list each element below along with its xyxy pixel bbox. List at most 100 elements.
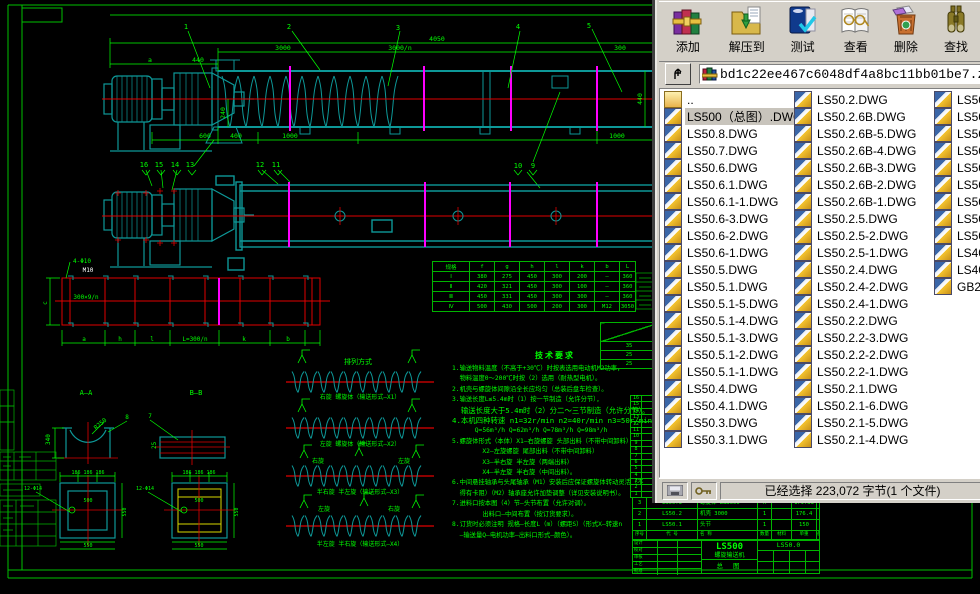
file-icon	[794, 380, 812, 397]
note-line: 2.机壳与螺旋体间隙沿全长应均匀（总装后盘车检查）。	[452, 385, 658, 395]
file-item[interactable]: LS50.6-1.DWG	[664, 244, 794, 261]
file-item[interactable]: LS50.6-2.DWG	[664, 227, 794, 244]
note-line: 5.螺旋体形式（本体）X1—右旋螺旋 头部出料（不带中间卸料）	[452, 437, 658, 447]
file-item[interactable]: LS50.5.DWG	[664, 261, 794, 278]
file-item[interactable]: LS50.2.1-5.DWG	[794, 414, 924, 431]
file-item[interactable]: LS50.2.6B-4.DWG	[794, 142, 924, 159]
file-item[interactable]: LS40.2.	[934, 244, 980, 261]
file-item[interactable]: LS50.2.5-1.DWG	[794, 244, 924, 261]
file-icon	[664, 295, 682, 312]
find-button[interactable]: 查找	[929, 1, 980, 61]
file-name: LS50.1.	[955, 144, 980, 158]
file-item[interactable]: LS50.3.DWG	[664, 414, 794, 431]
svg-text:550: 550	[194, 543, 203, 549]
file-icon	[794, 414, 812, 431]
file-item[interactable]: GB27-88	[934, 278, 980, 295]
file-icon	[794, 397, 812, 414]
file-name: LS500（总图）.DWG	[685, 108, 804, 125]
file-icon	[934, 91, 952, 108]
svg-text:3000: 3000	[275, 44, 291, 52]
add-button[interactable]: 添加	[659, 1, 717, 61]
file-icon	[934, 210, 952, 227]
file-item[interactable]: LS50.2.	[934, 91, 980, 108]
file-item[interactable]: LS50.4.DWG	[664, 380, 794, 397]
file-item[interactable]: LS50.5.1-3.DWG	[664, 329, 794, 346]
extract-to-button[interactable]: 解压到	[717, 1, 777, 61]
file-item[interactable]: LS50.1.	[934, 176, 980, 193]
file-item[interactable]: LS50.5.1-2.DWG	[664, 346, 794, 363]
file-item[interactable]: LS50.5.1.DWG	[664, 278, 794, 295]
file-icon	[664, 193, 682, 210]
file-name: LS50.1.	[955, 229, 980, 243]
file-item[interactable]: LS50.2.	[934, 125, 980, 142]
file-item[interactable]: LS50.2.5-2.DWG	[794, 227, 924, 244]
note-line: Q=56m³/h Q=62m³/h Q=78m³/h Q=98m³/h	[452, 426, 658, 436]
file-item[interactable]: LS50.2.1-6.DWG	[794, 397, 924, 414]
file-item[interactable]: LS50.2.6B-2.DWG	[794, 176, 924, 193]
file-item[interactable]: LS40.2.	[934, 261, 980, 278]
file-icon	[794, 295, 812, 312]
file-item[interactable]: LS50.3.1.DWG	[664, 431, 794, 448]
file-item[interactable]: LS50.1.	[934, 210, 980, 227]
svg-text:440: 440	[636, 93, 644, 105]
file-item[interactable]: LS50.6.1.DWG	[664, 176, 794, 193]
file-name: LS40.2.	[955, 263, 980, 277]
file-item[interactable]: LS50.2.	[934, 108, 980, 125]
find-icon	[939, 4, 973, 38]
file-icon	[664, 397, 682, 414]
file-item[interactable]: LS50.2.2-2.DWG	[794, 346, 924, 363]
svg-text:14: 14	[171, 161, 179, 169]
up-one-level-button[interactable]	[665, 63, 691, 85]
file-item[interactable]: LS50.4.1.DWG	[664, 397, 794, 414]
file-item[interactable]: LS50.2.4-2.DWG	[794, 278, 924, 295]
file-icon	[934, 108, 952, 125]
address-bar[interactable]: bd1c22ee467c6048df4a8bc11bb01be7.zip\LS5…	[699, 64, 980, 84]
file-name: LS50.2.6B.DWG	[815, 110, 908, 124]
file-item[interactable]: LS50.2.5.DWG	[794, 210, 924, 227]
disk-status-cell	[662, 482, 688, 500]
file-item[interactable]: LS50.6.DWG	[664, 159, 794, 176]
file-item[interactable]: LS50.5.1-4.DWG	[664, 312, 794, 329]
file-item[interactable]: LS50.5.1-1.DWG	[664, 363, 794, 380]
file-item[interactable]: LS50.2.1-4.DWG	[794, 431, 924, 448]
test-button[interactable]: 测试	[777, 1, 829, 61]
file-item[interactable]: LS50.1.	[934, 193, 980, 210]
file-item[interactable]: LS50.2.2.DWG	[794, 312, 924, 329]
file-item[interactable]: LS50.2.6B-3.DWG	[794, 159, 924, 176]
file-item[interactable]: LS50.2.DWG	[794, 91, 924, 108]
file-name: LS50.1.	[955, 161, 980, 175]
file-item[interactable]: LS50.2.6B-5.DWG	[794, 125, 924, 142]
file-item[interactable]: LS50.1.	[934, 227, 980, 244]
svg-text:5: 5	[587, 22, 591, 30]
svg-text:左旋 螺旋体（输送形式—X2）: 左旋 螺旋体（输送形式—X2）	[320, 440, 400, 448]
file-item[interactable]: LS50.5.1-5.DWG	[664, 295, 794, 312]
file-item[interactable]: LS50.6-3.DWG	[664, 210, 794, 227]
file-item[interactable]: ..	[664, 91, 794, 108]
file-item[interactable]: LS50.1.	[934, 142, 980, 159]
file-item[interactable]: LS50.8.DWG	[664, 125, 794, 142]
file-item[interactable]: LS50.2.4.DWG	[794, 261, 924, 278]
file-item[interactable]: LS50.1.	[934, 159, 980, 176]
file-item[interactable]: LS50.2.6B.DWG	[794, 108, 924, 125]
file-item[interactable]: LS50.2.4-1.DWG	[794, 295, 924, 312]
file-item[interactable]: LS50.2.2-1.DWG	[794, 363, 924, 380]
delete-button[interactable]: 删除	[883, 1, 929, 61]
file-item[interactable]: LS50.7.DWG	[664, 142, 794, 159]
file-item[interactable]: LS50.2.6B-1.DWG	[794, 193, 924, 210]
file-icon	[794, 142, 812, 159]
file-icon	[794, 278, 812, 295]
svg-text:500: 500	[194, 498, 203, 504]
file-item[interactable]: LS50.2.1.DWG	[794, 380, 924, 397]
file-name: LS50.2.2-3.DWG	[815, 331, 910, 345]
file-item[interactable]: LS50.2.2-3.DWG	[794, 329, 924, 346]
view-button[interactable]: 查看	[829, 1, 883, 61]
svg-text:l: l	[150, 336, 154, 343]
svg-text:300: 300	[614, 44, 626, 52]
spec-row: Ⅲ450331450 300300—360	[433, 292, 636, 302]
svg-text:300×9/n: 300×9/n	[73, 294, 99, 301]
file-column-3: LS50.2. LS50.2. LS50.2. LS50.1.	[934, 91, 980, 295]
file-item[interactable]: LS50.6.1-1.DWG	[664, 193, 794, 210]
file-item[interactable]: LS500（总图）.DWG	[664, 108, 794, 125]
file-name: LS50.5.DWG	[685, 263, 760, 277]
extract-icon	[730, 4, 764, 38]
